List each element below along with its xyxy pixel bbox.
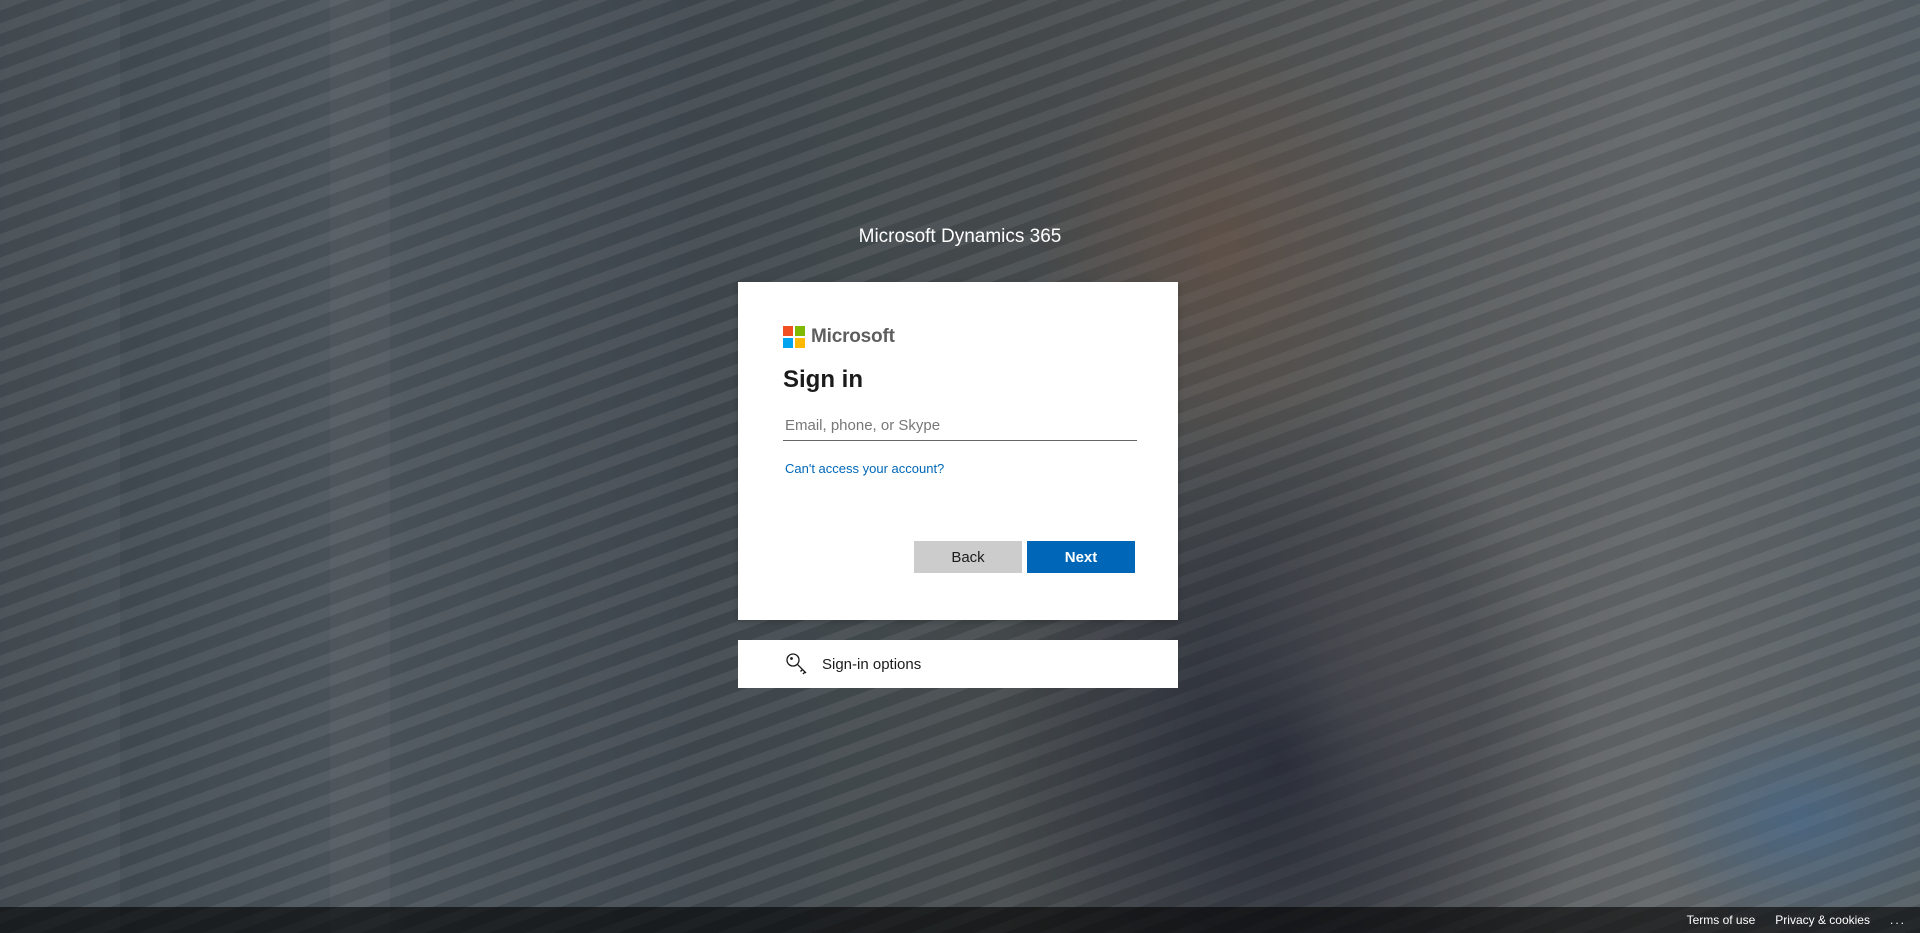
privacy-cookies-link[interactable]: Privacy & cookies	[1775, 913, 1870, 927]
product-title: Microsoft Dynamics 365	[858, 226, 1062, 247]
sign-in-options-button[interactable]: Sign-in options	[738, 640, 1178, 688]
more-options-icon[interactable]: ...	[1890, 913, 1906, 927]
logo-square-yellow	[795, 338, 805, 348]
next-button[interactable]: Next	[1027, 541, 1135, 573]
logo-square-red	[783, 326, 793, 336]
back-button[interactable]: Back	[914, 541, 1022, 573]
key-icon	[784, 651, 810, 677]
sign-in-card: Microsoft Sign in Can't access your acco…	[738, 282, 1178, 620]
terms-of-use-link[interactable]: Terms of use	[1687, 913, 1756, 927]
cant-access-account-link[interactable]: Can't access your account?	[785, 461, 944, 476]
sign-in-options-label: Sign-in options	[822, 655, 922, 673]
microsoft-logo: Microsoft	[783, 326, 895, 348]
logo-text: Microsoft	[811, 326, 895, 347]
microsoft-logo-icon	[783, 326, 805, 348]
email-field[interactable]	[783, 410, 1137, 441]
sign-in-heading: Sign in	[783, 366, 863, 393]
sign-in-page: Microsoft Dynamics 365 Microsoft Sign in…	[0, 0, 1920, 933]
footer: Terms of use Privacy & cookies ...	[0, 907, 1920, 933]
logo-square-green	[795, 326, 805, 336]
logo-square-blue	[783, 338, 793, 348]
